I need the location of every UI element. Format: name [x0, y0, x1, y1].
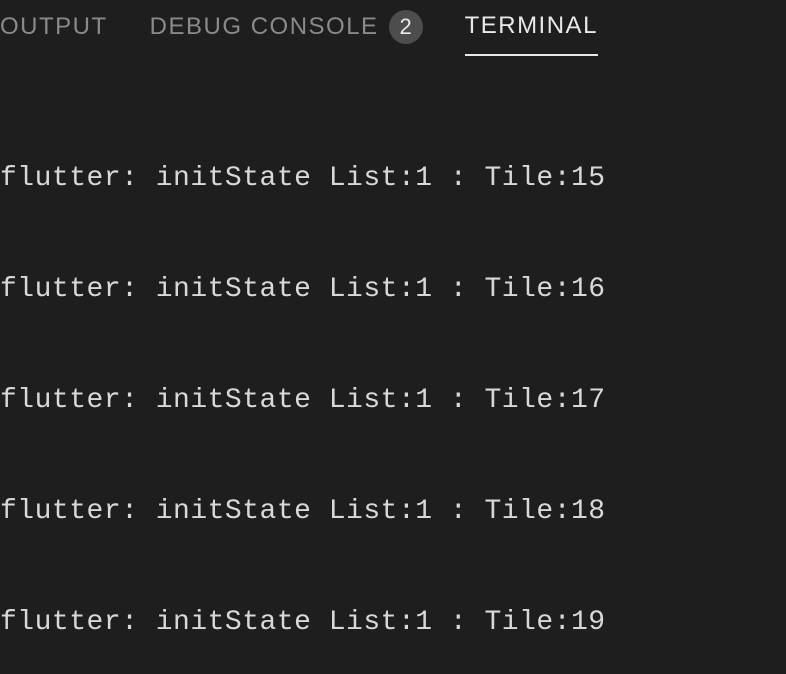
- terminal-line: flutter: initState List:1 : Tile:18: [0, 493, 786, 530]
- terminal-line: flutter: initState List:1 : Tile:16: [0, 271, 786, 308]
- terminal-output[interactable]: flutter: initState List:1 : Tile:15 flut…: [0, 58, 786, 674]
- panel-tabbar: OUTPUT DEBUG CONSOLE 2 TERMINAL: [0, 0, 786, 58]
- terminal-line: flutter: initState List:1 : Tile:15: [0, 160, 786, 197]
- tab-debug-console[interactable]: DEBUG CONSOLE 2: [150, 10, 423, 58]
- tab-terminal[interactable]: TERMINAL: [465, 12, 598, 56]
- terminal-line: flutter: initState List:1 : Tile:17: [0, 382, 786, 419]
- tab-output-label: OUTPUT: [0, 13, 108, 41]
- debug-badge: 2: [389, 10, 423, 44]
- tab-debug-label: DEBUG CONSOLE: [150, 13, 379, 41]
- bottom-panel: OUTPUT DEBUG CONSOLE 2 TERMINAL flutter:…: [0, 0, 786, 674]
- terminal-line: flutter: initState List:1 : Tile:19: [0, 604, 786, 641]
- tab-output[interactable]: OUTPUT: [0, 13, 108, 55]
- tab-terminal-label: TERMINAL: [465, 12, 598, 40]
